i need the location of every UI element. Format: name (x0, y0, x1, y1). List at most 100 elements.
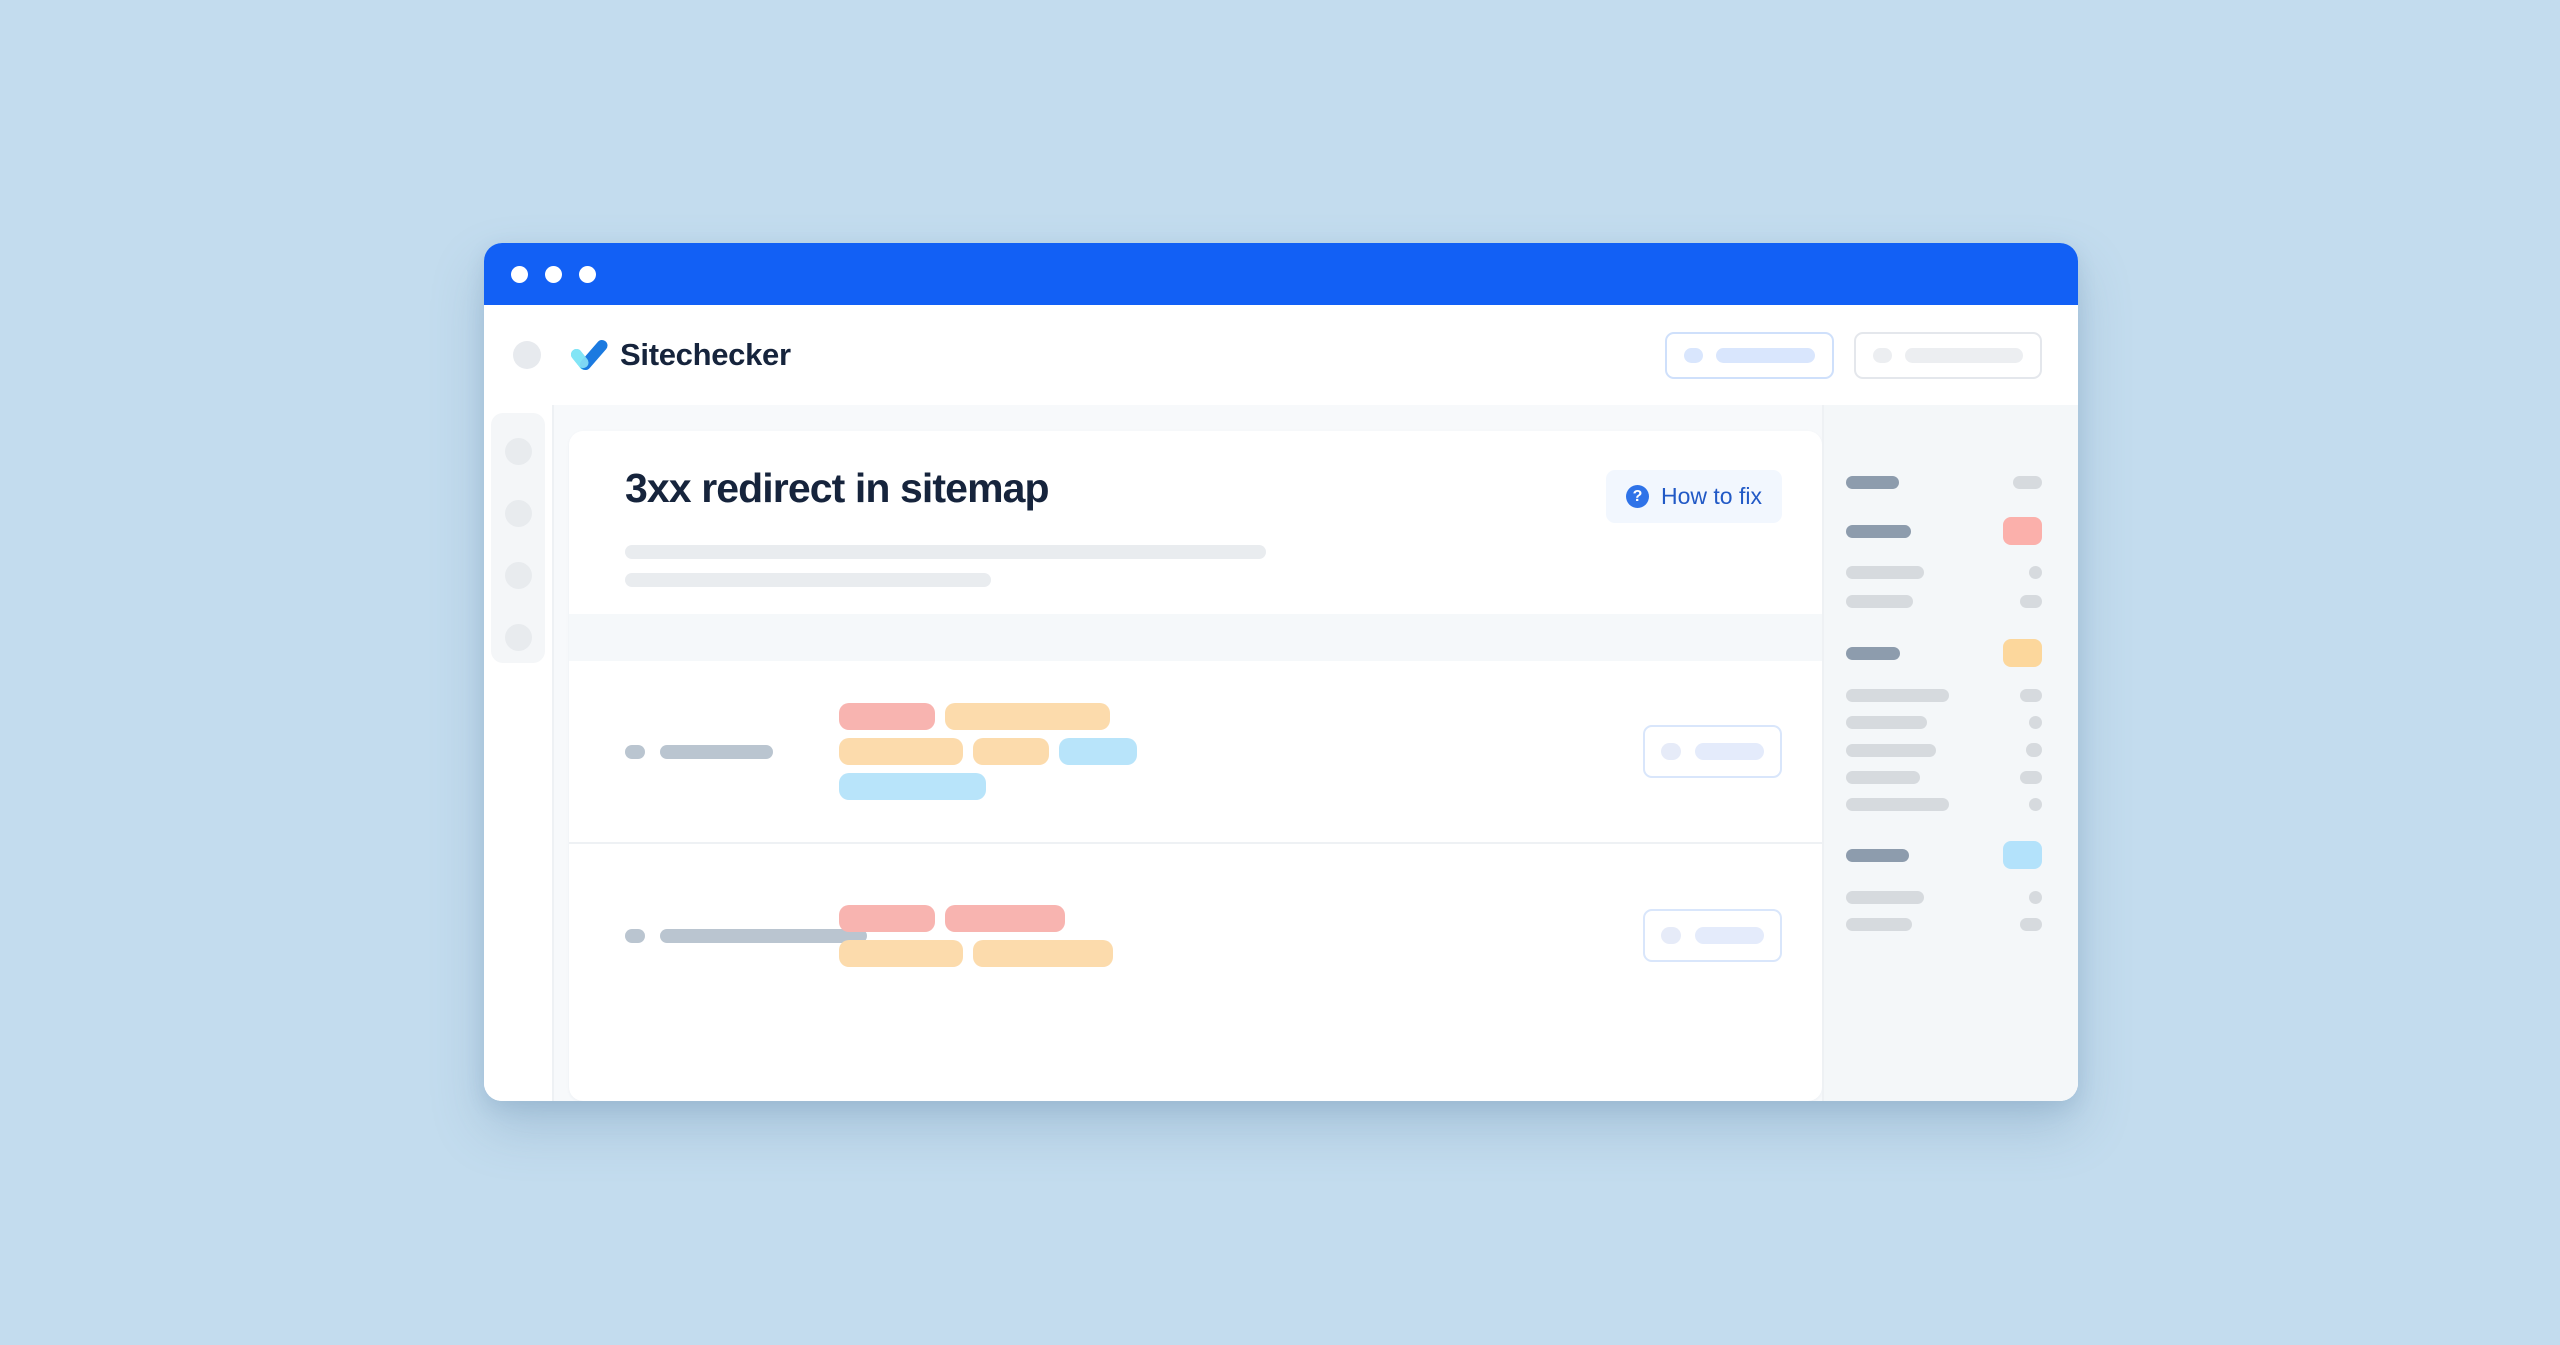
right-panel-label-placeholder (1846, 771, 1920, 784)
right-panel-group-4 (1846, 841, 2042, 931)
right-panel-label-placeholder (1846, 476, 1899, 489)
right-panel-badge (2026, 743, 2042, 757)
right-panel-group-3 (1846, 639, 2042, 811)
left-sidebar-panel (491, 413, 545, 663)
right-panel-group-1 (1846, 476, 2042, 489)
right-panel-label-placeholder (1846, 566, 1924, 579)
row-tag-line (839, 773, 1643, 800)
tag-pill-orange (839, 738, 963, 765)
right-panel-row[interactable] (1846, 595, 2042, 608)
tag-pill-blue (1059, 738, 1137, 765)
issue-card: 3xx redirect in sitemap ? How to fix (569, 431, 1822, 1101)
row-tag-line (839, 703, 1643, 730)
tag-pill-orange (973, 939, 1113, 967)
right-panel-row[interactable] (1846, 743, 2042, 757)
left-sidebar (484, 405, 552, 1101)
page-title: 3xx redirect in sitemap (625, 465, 1050, 511)
right-panel-badge (2020, 771, 2042, 784)
table-row[interactable] (569, 661, 1822, 842)
right-panel-label-placeholder (1846, 848, 1909, 862)
button-icon-placeholder (1873, 347, 1892, 363)
right-panel-badge-warning (2003, 639, 2042, 667)
right-panel-badge (2029, 891, 2042, 904)
issue-card-header: 3xx redirect in sitemap ? How to fix (569, 431, 1822, 587)
table-row[interactable] (569, 842, 1822, 1027)
tag-pill-blue (839, 773, 986, 800)
right-sidebar (1822, 405, 2078, 1101)
right-panel-badge (2013, 476, 2042, 489)
right-panel-label-placeholder (1846, 524, 1911, 538)
button-label-placeholder (1716, 347, 1815, 363)
right-panel-badge (2029, 566, 2042, 579)
button-icon-placeholder (1661, 743, 1681, 760)
button-label-placeholder (1695, 743, 1764, 760)
button-label-placeholder (1905, 347, 2023, 363)
issue-card-header-left: 3xx redirect in sitemap (625, 468, 1606, 587)
row-label (625, 744, 773, 759)
avatar[interactable] (513, 341, 541, 369)
right-panel-group-2 (1846, 517, 2042, 608)
right-panel-row[interactable] (1846, 891, 2042, 904)
brand-name: Sitechecker (620, 337, 791, 372)
how-to-fix-button[interactable]: ? How to fix (1606, 470, 1782, 523)
right-panel-label-placeholder (1846, 798, 1949, 811)
tag-pill-orange (973, 738, 1049, 765)
right-panel-label-placeholder (1846, 646, 1900, 660)
right-panel-row[interactable] (1846, 918, 2042, 931)
description-line-2 (625, 573, 991, 587)
app-header: Sitechecker (484, 305, 2078, 405)
browser-window: Sitechecker 3xx redirect in sitemap ? Ho… (484, 243, 2078, 1101)
sidebar-item-2[interactable] (504, 500, 532, 527)
sidebar-item-3[interactable] (504, 562, 532, 589)
right-panel-row[interactable] (1846, 639, 2042, 667)
right-panel-row[interactable] (1846, 716, 2042, 729)
right-panel-row[interactable] (1846, 566, 2042, 579)
right-panel-label-placeholder (1846, 918, 1912, 931)
header-actions (1665, 331, 2042, 379)
row-label-icon-placeholder (625, 744, 645, 759)
app-body: 3xx redirect in sitemap ? How to fix (484, 405, 2078, 1101)
row-label (625, 928, 867, 943)
traffic-light-maximize-icon[interactable] (579, 265, 596, 283)
button-label-placeholder (1695, 927, 1764, 944)
row-label-icon-placeholder (625, 928, 645, 943)
right-panel-label-placeholder (1846, 743, 1936, 757)
row-label-text-placeholder (660, 744, 773, 759)
brand[interactable]: Sitechecker (570, 337, 791, 373)
primary-placeholder-button[interactable] (1665, 331, 1834, 379)
tag-pill-red (839, 904, 935, 932)
row-label-text-placeholder (660, 928, 867, 943)
right-panel-row[interactable] (1846, 798, 2042, 811)
right-panel-row[interactable] (1846, 841, 2042, 869)
sitechecker-checkmark-logo-icon (570, 338, 608, 372)
main-content: 3xx redirect in sitemap ? How to fix (552, 405, 1822, 1101)
right-panel-row[interactable] (1846, 476, 2042, 489)
right-panel-row[interactable] (1846, 689, 2042, 702)
row-action-button[interactable] (1643, 725, 1782, 778)
right-panel-badge (2029, 716, 2042, 729)
right-panel-row[interactable] (1846, 771, 2042, 784)
tag-pill-orange (839, 939, 963, 967)
traffic-light-close-icon[interactable] (511, 265, 528, 283)
sidebar-item-1[interactable] (504, 438, 532, 465)
right-panel-badge-info (2003, 841, 2042, 869)
right-panel-label-placeholder (1846, 595, 1913, 608)
right-panel-label-placeholder (1846, 716, 1927, 729)
tag-pill-orange (945, 703, 1110, 730)
right-panel-row[interactable] (1846, 517, 2042, 545)
right-panel-label-placeholder (1846, 689, 1949, 702)
sidebar-item-4[interactable] (504, 624, 532, 651)
secondary-placeholder-button[interactable] (1854, 331, 2042, 379)
right-panel-badge (2020, 689, 2042, 702)
tag-pill-red (839, 703, 935, 730)
description-line-1 (625, 545, 1266, 559)
table-header-strip (569, 614, 1822, 661)
right-panel-label-placeholder (1846, 891, 1924, 904)
row-tags (839, 904, 1643, 967)
traffic-light-minimize-icon[interactable] (545, 265, 562, 283)
button-icon-placeholder (1684, 347, 1703, 363)
right-panel-badge (2029, 798, 2042, 811)
row-tag-line (839, 904, 1643, 932)
browser-titlebar (484, 243, 2078, 305)
row-action-button[interactable] (1643, 909, 1782, 962)
